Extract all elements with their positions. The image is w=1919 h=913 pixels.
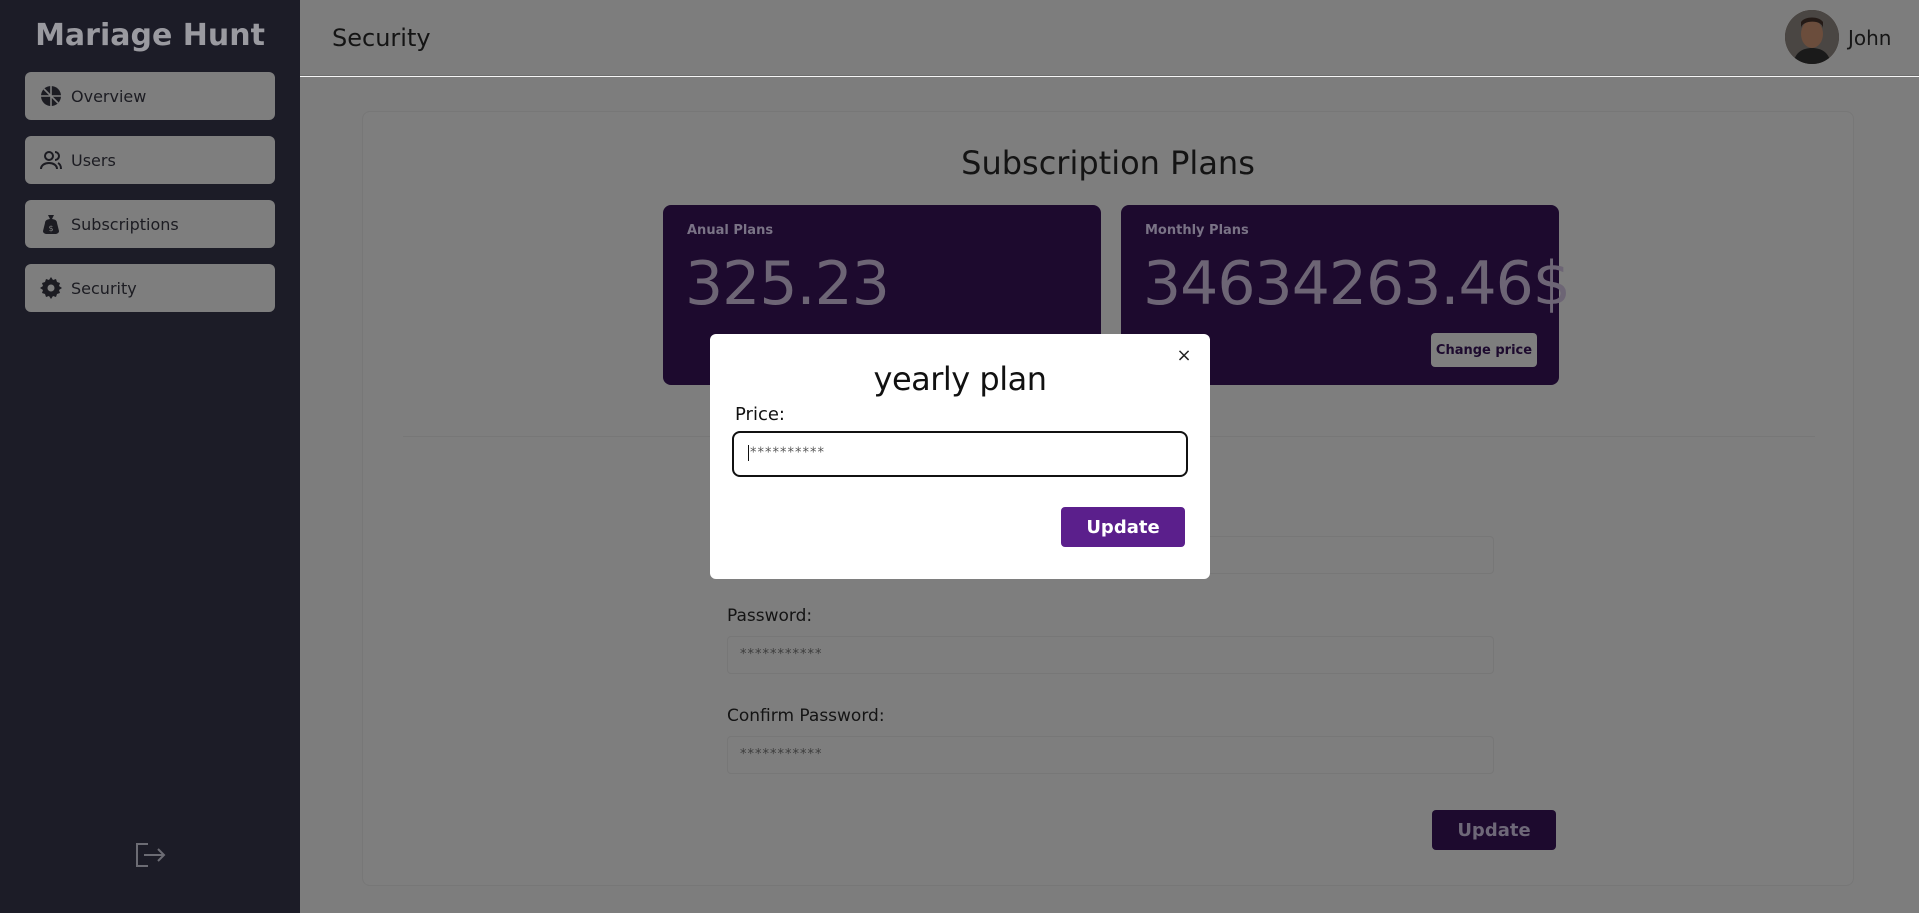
brand-title: Mariage Hunt [35,18,265,53]
users-icon [40,151,62,170]
yearly-plan-modal: × yearly plan Price: ********** Update [710,334,1210,579]
sidebar: Mariage Hunt Overview Users $ Subscripti… [0,0,300,913]
price-placeholder: ********** [750,445,825,461]
annual-plan-amount: 325.23 [685,249,890,319]
price-label: Price: [735,404,785,425]
money-bag-icon: $ [43,215,59,234]
user-avatar-image [1785,10,1839,64]
price-input[interactable]: ********** [732,431,1188,477]
sidebar-item-users[interactable]: Users [25,136,275,184]
sidebar-item-overview[interactable]: Overview [25,72,275,120]
change-price-button[interactable]: Change price [1431,333,1537,367]
annual-plan-label: Anual Plans [687,223,774,238]
confirm-password-label: Confirm Password: [727,706,885,726]
sidebar-item-label: Subscriptions [71,214,179,234]
monthly-plan-amount: 34634263.46$ [1143,249,1571,319]
svg-text:$: $ [48,224,53,233]
page-title: Security [332,24,431,52]
password-update-button[interactable]: Update [1432,810,1556,850]
monthly-plan-label: Monthly Plans [1145,223,1249,238]
logout-icon[interactable] [134,842,166,868]
user-name: John [1848,26,1892,50]
dashboard-icon [41,86,61,106]
subscription-plans-title: Subscription Plans [961,144,1255,182]
modal-title: yearly plan [873,360,1047,398]
sidebar-item-label: Overview [71,86,147,106]
avatar[interactable] [1785,10,1839,64]
text-caret [748,445,749,461]
sidebar-item-subscriptions[interactable]: $ Subscriptions [25,200,275,248]
sidebar-item-security[interactable]: Security [25,264,275,312]
password-field[interactable]: *********** [727,636,1494,674]
password-label: Password: [727,606,813,626]
modal-update-button[interactable]: Update [1061,507,1185,547]
gear-icon [40,277,62,299]
top-header: Security John [300,0,1919,76]
confirm-password-field[interactable]: *********** [727,736,1494,774]
sidebar-item-label: Users [71,150,116,170]
sidebar-item-label: Security [71,278,137,298]
